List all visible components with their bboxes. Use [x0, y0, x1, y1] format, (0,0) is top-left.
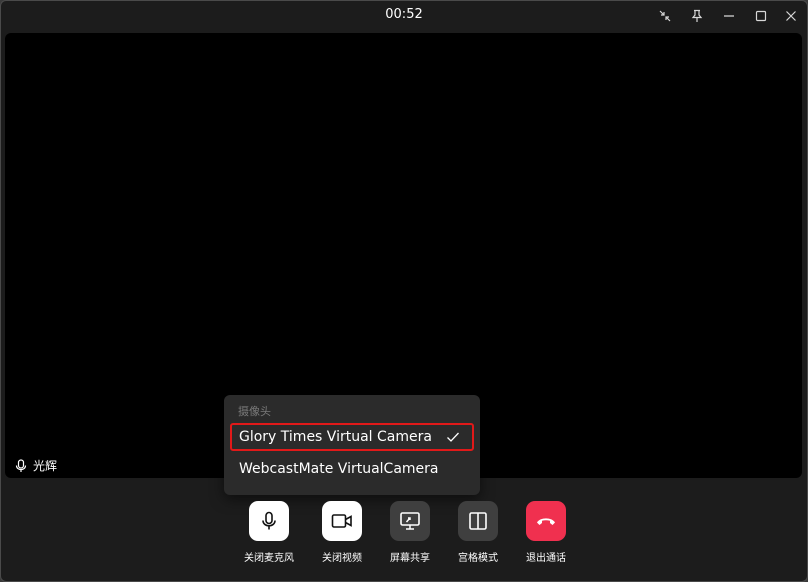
camera-option-label: Glory Times Virtual Camera [239, 429, 432, 445]
camera-menu: 摄像头 Glory Times Virtual Camera WebcastMa… [224, 395, 480, 495]
call-window: 00:52 光辉 摄像头 Glory Times Virtual Camera … [0, 0, 808, 582]
grid-layout-icon [469, 512, 487, 530]
call-controls: 关闭麦克风 关闭视频 屏幕共享 宫格模式 退出通话 [1, 501, 807, 571]
screen-share-label: 屏幕共享 [390, 553, 430, 564]
maximize-icon [755, 10, 767, 22]
mute-mic-control[interactable]: 关闭麦克风 [237, 501, 301, 564]
mute-mic-label: 关闭麦克风 [244, 553, 294, 564]
stop-video-control[interactable]: 关闭视频 [310, 501, 374, 564]
collapse-arrows-icon [659, 10, 671, 22]
minimize-icon [724, 15, 734, 17]
grid-mode-control[interactable]: 宫格模式 [446, 501, 510, 564]
stop-video-button[interactable] [322, 501, 362, 541]
stop-video-label: 关闭视频 [322, 553, 362, 564]
hang-up-button[interactable] [526, 501, 566, 541]
pin-icon [691, 9, 703, 22]
camera-menu-header: 摄像头 [238, 405, 271, 418]
pin-button[interactable] [688, 7, 706, 25]
close-button[interactable] [782, 7, 800, 25]
call-timer: 00:52 [385, 7, 423, 22]
participant-name: 光辉 [33, 459, 58, 473]
screen-share-icon [400, 512, 420, 530]
minimize-button[interactable] [720, 7, 738, 25]
maximize-button[interactable] [752, 7, 770, 25]
hang-up-label: 退出通话 [526, 553, 566, 564]
phone-hangup-icon [537, 518, 555, 525]
screen-share-control[interactable]: 屏幕共享 [378, 501, 442, 564]
grid-mode-label: 宫格模式 [458, 553, 498, 564]
microphone-icon [15, 458, 27, 472]
grid-mode-button[interactable] [458, 501, 498, 541]
close-icon [786, 11, 796, 21]
title-bar: 00:52 [1, 1, 807, 31]
video-camera-icon [331, 514, 352, 528]
camera-option-label: WebcastMate VirtualCamera [239, 461, 439, 477]
screen-share-button[interactable] [390, 501, 430, 541]
microphone-icon [262, 511, 276, 530]
hang-up-control[interactable]: 退出通话 [514, 501, 578, 564]
camera-option-webcastmate[interactable]: WebcastMate VirtualCamera [230, 455, 474, 483]
collapse-button[interactable] [656, 7, 674, 25]
participant-label: 光辉 [15, 457, 57, 474]
mute-mic-button[interactable] [249, 501, 289, 541]
camera-option-glory-times[interactable]: Glory Times Virtual Camera [230, 423, 474, 451]
checkmark-icon [447, 432, 459, 442]
